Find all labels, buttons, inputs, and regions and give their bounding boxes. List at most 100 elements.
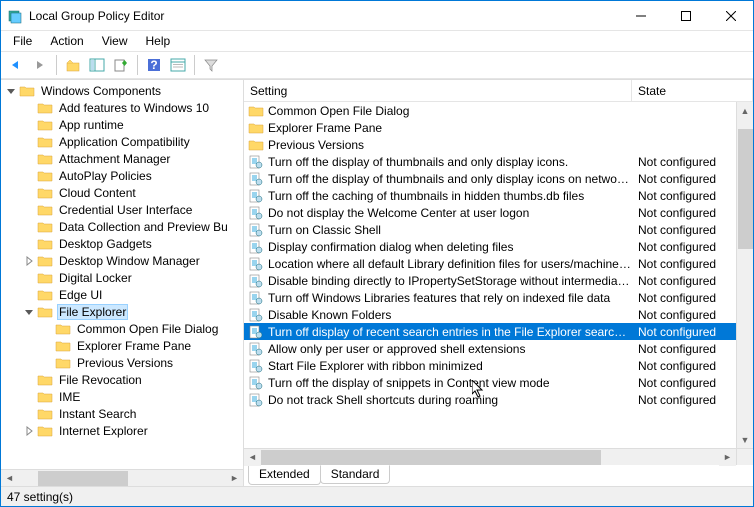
tree-twisty-icon[interactable] <box>23 289 35 301</box>
list-row[interactable]: Turn off the caching of thumbnails in hi… <box>244 187 736 204</box>
tree-twisty-icon[interactable] <box>23 221 35 233</box>
tree-item[interactable]: Previous Versions <box>1 354 243 371</box>
tree-item[interactable]: Digital Locker <box>1 269 243 286</box>
scroll-thumb[interactable] <box>261 450 601 465</box>
back-button[interactable] <box>5 54 27 76</box>
vertical-scrollbar[interactable]: ▲ ▼ <box>736 102 753 448</box>
filter-button[interactable] <box>200 54 222 76</box>
tree-item[interactable]: Edge UI <box>1 286 243 303</box>
detail-list[interactable]: Common Open File DialogExplorer Frame Pa… <box>244 102 736 448</box>
tree-item[interactable]: Windows Components <box>1 82 243 99</box>
tree-item-label: Data Collection and Preview Bu <box>57 220 230 234</box>
scroll-up-button[interactable]: ▲ <box>737 102 753 119</box>
cell-setting: Turn on Classic Shell <box>268 223 632 237</box>
list-row[interactable]: Do not track Shell shortcuts during roam… <box>244 391 736 408</box>
close-button[interactable] <box>708 1 753 31</box>
export-button[interactable] <box>110 54 132 76</box>
folder-icon <box>37 373 53 387</box>
tree-item[interactable]: Explorer Frame Pane <box>1 337 243 354</box>
list-row[interactable]: Turn off the display of thumbnails and o… <box>244 170 736 187</box>
list-row[interactable]: Display confirmation dialog when deletin… <box>244 238 736 255</box>
tree-twisty-icon[interactable] <box>23 255 35 267</box>
tree-twisty-icon[interactable] <box>23 136 35 148</box>
scroll-thumb[interactable] <box>738 129 753 249</box>
help-button[interactable]: ? <box>143 54 165 76</box>
list-row[interactable]: Turn off the display of thumbnails and o… <box>244 153 736 170</box>
tree-twisty-icon[interactable] <box>23 391 35 403</box>
tree-item[interactable]: Cloud Content <box>1 184 243 201</box>
list-row[interactable]: Turn off display of recent search entrie… <box>244 323 736 340</box>
scroll-thumb[interactable] <box>38 471 128 486</box>
tree-twisty-icon[interactable] <box>41 357 53 369</box>
scroll-left-button[interactable]: ◄ <box>244 449 261 466</box>
list-row[interactable]: Previous Versions <box>244 136 736 153</box>
tree-body[interactable]: Windows ComponentsAdd features to Window… <box>1 80 243 469</box>
tree-twisty-icon[interactable] <box>23 204 35 216</box>
tree-item[interactable]: AutoPlay Policies <box>1 167 243 184</box>
tree-twisty-icon[interactable] <box>23 153 35 165</box>
menu-action[interactable]: Action <box>42 32 91 50</box>
tree-item[interactable]: Common Open File Dialog <box>1 320 243 337</box>
tree-item[interactable]: Desktop Gadgets <box>1 235 243 252</box>
tree-item[interactable]: File Revocation <box>1 371 243 388</box>
tree-item[interactable]: Data Collection and Preview Bu <box>1 218 243 235</box>
tree-item[interactable]: Desktop Window Manager <box>1 252 243 269</box>
list-row[interactable]: Do not display the Welcome Center at use… <box>244 204 736 221</box>
tree-twisty-icon[interactable] <box>5 85 17 97</box>
list-row[interactable]: Explorer Frame Pane <box>244 119 736 136</box>
tree-item[interactable]: File Explorer <box>1 303 243 320</box>
properties-button[interactable] <box>167 54 189 76</box>
scroll-left-button[interactable]: ◄ <box>1 470 18 487</box>
tree-item[interactable]: Attachment Manager <box>1 150 243 167</box>
tree-item[interactable]: App runtime <box>1 116 243 133</box>
list-row[interactable]: Turn off Windows Libraries features that… <box>244 289 736 306</box>
tree-item[interactable]: Credential User Interface <box>1 201 243 218</box>
tree-twisty-icon[interactable] <box>23 425 35 437</box>
tree-item[interactable]: Instant Search <box>1 405 243 422</box>
tree-twisty-icon[interactable] <box>23 170 35 182</box>
menu-help[interactable]: Help <box>138 32 179 50</box>
menu-view[interactable]: View <box>94 32 136 50</box>
list-row[interactable]: Disable Known FoldersNot configured <box>244 306 736 323</box>
list-row[interactable]: Disable binding directly to IPropertySet… <box>244 272 736 289</box>
scroll-right-button[interactable]: ► <box>719 449 736 466</box>
list-row[interactable]: Turn off the display of snippets in Cont… <box>244 374 736 391</box>
forward-button[interactable] <box>29 54 51 76</box>
tree-horizontal-scrollbar[interactable]: ◄ ► <box>1 469 243 486</box>
tree-item[interactable]: Internet Explorer <box>1 422 243 439</box>
list-row[interactable]: Allow only per user or approved shell ex… <box>244 340 736 357</box>
menu-file[interactable]: File <box>5 32 40 50</box>
scroll-right-button[interactable]: ► <box>226 470 243 487</box>
tree-twisty-icon[interactable] <box>23 408 35 420</box>
detail-horizontal-scrollbar[interactable]: ◄ ► <box>244 448 736 465</box>
column-state[interactable]: State <box>632 80 753 101</box>
up-button[interactable] <box>62 54 84 76</box>
tab-extended[interactable]: Extended <box>248 466 321 485</box>
folder-icon <box>37 220 53 234</box>
tree-item[interactable]: IME <box>1 388 243 405</box>
list-row[interactable]: Location where all default Library defin… <box>244 255 736 272</box>
tree-twisty-icon[interactable] <box>23 306 35 318</box>
tree-twisty-icon[interactable] <box>23 374 35 386</box>
tab-standard[interactable]: Standard <box>320 465 391 484</box>
tree-twisty-icon[interactable] <box>41 340 53 352</box>
maximize-button[interactable] <box>663 1 708 31</box>
show-hide-tree-button[interactable] <box>86 54 108 76</box>
tree-twisty-icon[interactable] <box>23 119 35 131</box>
tree-twisty-icon[interactable] <box>23 238 35 250</box>
column-setting[interactable]: Setting <box>244 80 632 101</box>
scroll-down-button[interactable]: ▼ <box>737 431 753 448</box>
list-row[interactable]: Start File Explorer with ribbon minimize… <box>244 357 736 374</box>
tree-twisty-icon[interactable] <box>23 272 35 284</box>
titlebar: Local Group Policy Editor <box>1 1 753 31</box>
tree-item[interactable]: Add features to Windows 10 <box>1 99 243 116</box>
cell-state: Not configured <box>632 342 716 356</box>
list-row[interactable]: Common Open File Dialog <box>244 102 736 119</box>
list-row[interactable]: Turn on Classic ShellNot configured <box>244 221 736 238</box>
tree-item[interactable]: Application Compatibility <box>1 133 243 150</box>
tree-twisty-icon[interactable] <box>23 187 35 199</box>
tree-twisty-icon[interactable] <box>41 323 53 335</box>
minimize-button[interactable] <box>618 1 663 31</box>
cell-state: Not configured <box>632 359 716 373</box>
tree-twisty-icon[interactable] <box>23 102 35 114</box>
